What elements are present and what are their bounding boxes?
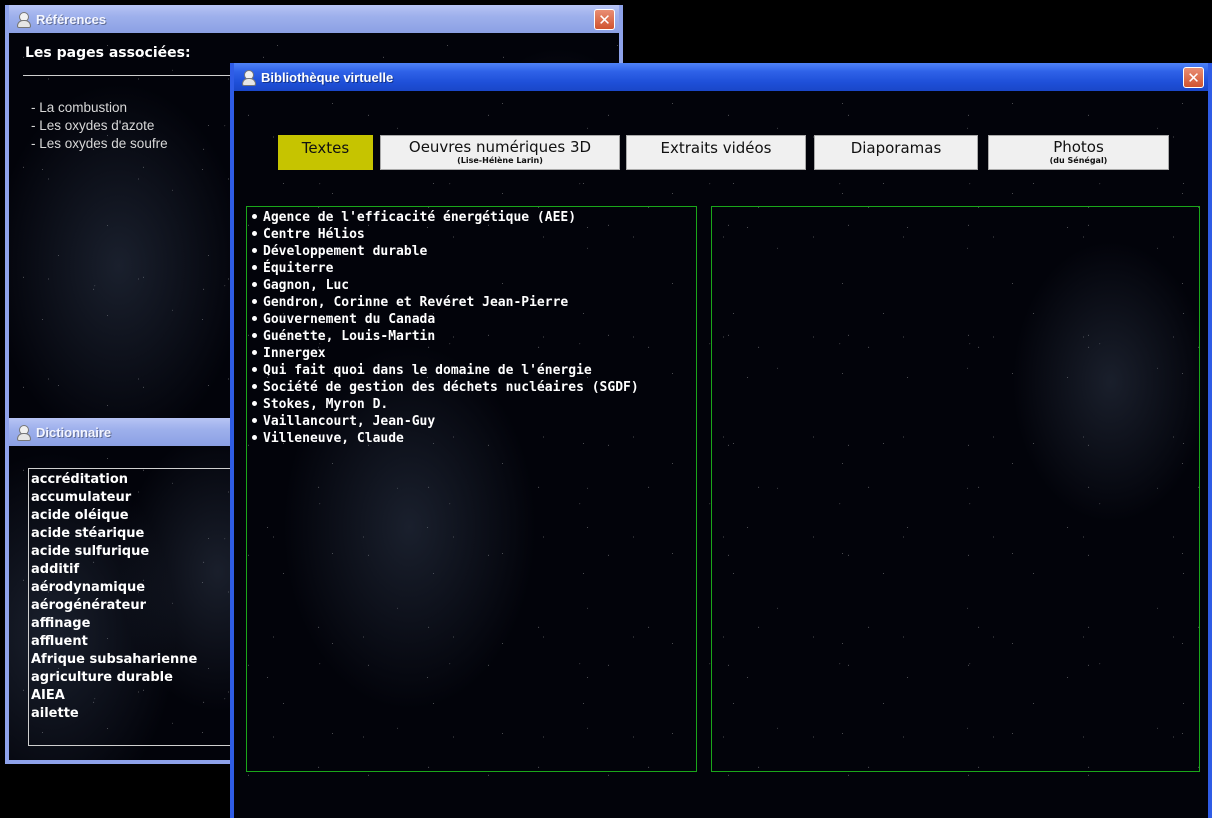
text-item[interactable]: Qui fait quoi dans le domaine de l'énerg…: [252, 362, 696, 379]
user-icon: [240, 69, 256, 86]
tab-label: Oeuvres numériques 3D: [408, 138, 592, 156]
dictionary-item[interactable]: aérodynamique: [31, 579, 238, 597]
library-close-button[interactable]: ✕: [1183, 67, 1204, 88]
dictionary-item[interactable]: affinage: [31, 615, 238, 633]
library-background: Textes Oeuvres numériques 3D (Lise-Hélèn…: [234, 91, 1208, 818]
text-item[interactable]: Gouvernement du Canada: [252, 311, 696, 328]
dictionary-item[interactable]: affluent: [31, 633, 238, 651]
text-item[interactable]: Développement durable: [252, 243, 696, 260]
tab-textes[interactable]: Textes: [278, 135, 373, 170]
dictionary-item[interactable]: accumulateur: [31, 489, 238, 507]
references-header: Les pages associées:: [25, 45, 191, 61]
tab-label: Diaporamas: [850, 139, 942, 157]
dictionary-background: accréditation accumulateur acide oléique…: [9, 446, 241, 760]
dictionary-item[interactable]: agriculture durable: [31, 669, 238, 687]
references-close-button[interactable]: ✕: [594, 9, 615, 30]
reference-link[interactable]: - Les oxydes d'azote: [31, 117, 168, 135]
dictionary-item[interactable]: acide oléique: [31, 507, 238, 525]
tab-label: Textes: [301, 139, 350, 157]
text-item[interactable]: Stokes, Myron D.: [252, 396, 696, 413]
dictionary-titlebar[interactable]: Dictionnaire: [9, 418, 241, 446]
user-icon: [15, 11, 31, 28]
text-item[interactable]: Centre Hélios: [252, 226, 696, 243]
dictionary-item[interactable]: acide sulfurique: [31, 543, 238, 561]
reference-link[interactable]: - La combustion: [31, 99, 168, 117]
library-title: Bibliothèque virtuelle: [261, 69, 394, 85]
texts-list-panel: Agence de l'efficacité énergétique (AEE)…: [246, 206, 697, 772]
user-icon: [15, 424, 31, 441]
dictionary-item[interactable]: acide stéarique: [31, 525, 238, 543]
tab-diaporamas[interactable]: Diaporamas: [814, 135, 978, 170]
detail-panel: [711, 206, 1200, 772]
tab-sublabel: (Lise-Hélène Larin): [457, 156, 543, 165]
tab-extraits-videos[interactable]: Extraits vidéos: [626, 135, 806, 170]
text-item[interactable]: Villeneuve, Claude: [252, 430, 696, 447]
reference-link[interactable]: - Les oxydes de soufre: [31, 135, 168, 153]
dictionary-item[interactable]: accréditation: [31, 471, 238, 489]
text-item[interactable]: Gendron, Corinne et Revéret Jean-Pierre: [252, 294, 696, 311]
text-item[interactable]: Vaillancourt, Jean-Guy: [252, 413, 696, 430]
references-title: Références: [36, 11, 107, 27]
text-item[interactable]: Innergex: [252, 345, 696, 362]
text-item[interactable]: Guénette, Louis-Martin: [252, 328, 696, 345]
dictionary-item[interactable]: additif: [31, 561, 238, 579]
tab-sublabel: (du Sénégal): [1049, 156, 1108, 165]
dictionary-item[interactable]: Afrique subsaharienne: [31, 651, 238, 669]
dictionary-item[interactable]: aérogénérateur: [31, 597, 238, 615]
text-item[interactable]: Équiterre: [252, 260, 696, 277]
dictionary-title: Dictionnaire: [36, 424, 112, 440]
references-list: - La combustion - Les oxydes d'azote - L…: [31, 99, 168, 153]
dictionary-list[interactable]: accréditation accumulateur acide oléique…: [28, 468, 238, 746]
tab-oeuvres-3d[interactable]: Oeuvres numériques 3D (Lise-Hélène Larin…: [380, 135, 620, 170]
texts-list: Agence de l'efficacité énergétique (AEE)…: [247, 207, 696, 447]
library-window: Bibliothèque virtuelle ✕ Textes Oeuvres …: [230, 63, 1212, 818]
dictionary-window: Dictionnaire accréditation accumulateur …: [5, 418, 245, 764]
desktop: Références ✕ Les pages associées: - La c…: [0, 0, 1212, 818]
references-titlebar[interactable]: Références ✕: [9, 5, 619, 33]
tab-label: Extraits vidéos: [660, 139, 772, 157]
tab-label: Photos: [1053, 138, 1104, 156]
tab-photos[interactable]: Photos (du Sénégal): [988, 135, 1169, 170]
references-divider: [23, 75, 233, 76]
text-item[interactable]: Agence de l'efficacité énergétique (AEE): [252, 209, 696, 226]
dictionary-item[interactable]: AIEA: [31, 687, 238, 705]
dictionary-item[interactable]: ailette: [31, 705, 238, 723]
library-titlebar[interactable]: Bibliothèque virtuelle ✕: [234, 63, 1208, 91]
text-item[interactable]: Gagnon, Luc: [252, 277, 696, 294]
text-item[interactable]: Société de gestion des déchets nucléaire…: [252, 379, 696, 396]
